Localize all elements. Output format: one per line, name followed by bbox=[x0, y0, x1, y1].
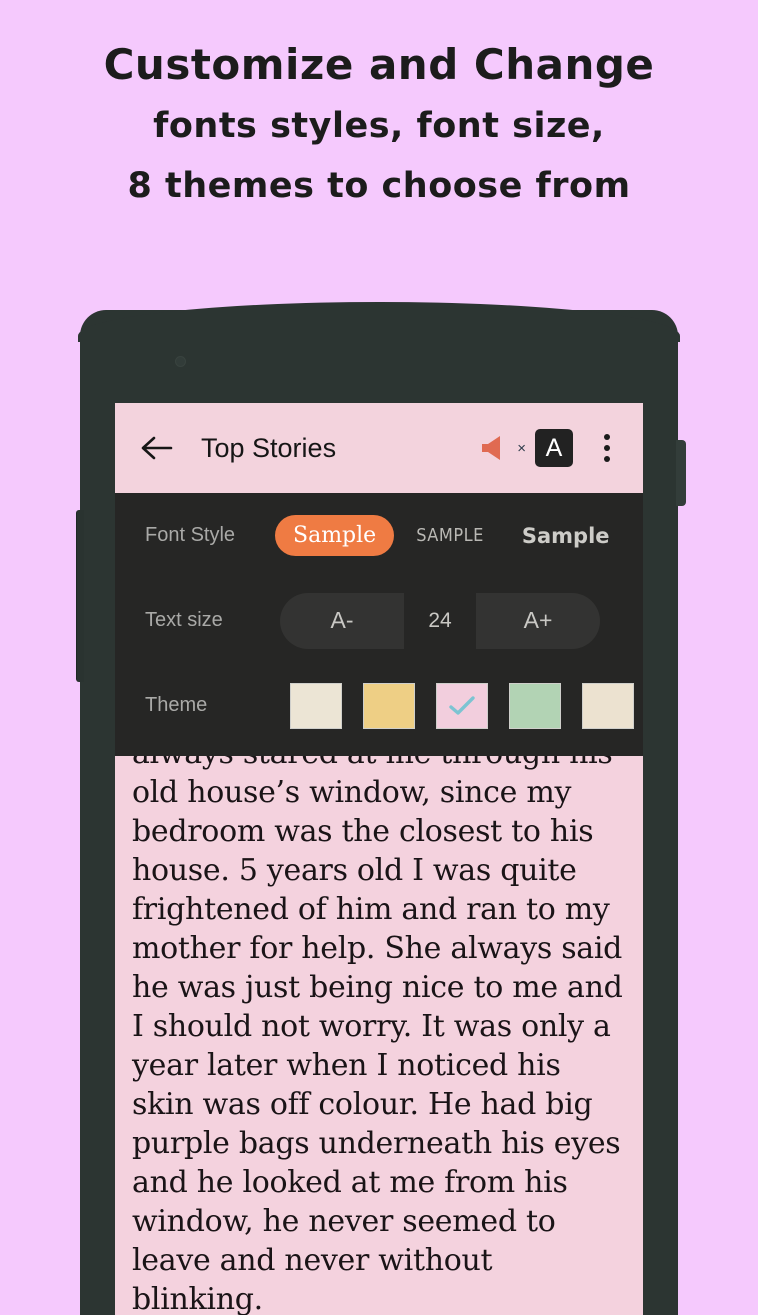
text-size-value: 24 bbox=[428, 608, 452, 632]
phone-screen: Top Stories × A Font Style Sample SAMPLE… bbox=[115, 403, 643, 1315]
article-body-text: always stared at me through his old hous… bbox=[132, 756, 623, 1315]
device-power-button[interactable] bbox=[676, 440, 686, 506]
app-bar: Top Stories × A bbox=[115, 403, 643, 493]
font-style-label: Font Style bbox=[145, 524, 236, 546]
dots-vertical-icon[interactable] bbox=[587, 427, 627, 469]
font-style-option-bold-sans[interactable]: Sample bbox=[504, 516, 628, 556]
speaker-mute-icon[interactable]: × bbox=[479, 428, 526, 468]
font-style-option-serif[interactable]: Sample bbox=[275, 515, 395, 556]
check-icon bbox=[449, 695, 475, 715]
font-style-row: Font Style Sample SAMPLE Sample Sample bbox=[115, 493, 643, 578]
theme-row: Theme bbox=[115, 663, 643, 748]
decrease-text-size-button[interactable]: A- bbox=[280, 592, 404, 649]
dot bbox=[604, 445, 610, 451]
font-style-options: Sample SAMPLE Sample Sample bbox=[275, 515, 643, 556]
theme-swatch-pink-selected[interactable] bbox=[436, 682, 488, 729]
increase-text-size-button[interactable]: A+ bbox=[476, 592, 600, 649]
device-volume-button[interactable] bbox=[76, 510, 84, 682]
article-content[interactable]: always stared at me through his old hous… bbox=[115, 756, 643, 1315]
promo-headline-line-1: Customize and Change bbox=[103, 40, 655, 89]
font-settings-button[interactable]: A bbox=[535, 429, 573, 467]
dot bbox=[604, 434, 610, 440]
proximity-sensor-icon bbox=[175, 356, 186, 367]
phone-device-frame: Top Stories × A Font Style Sample SAMPLE… bbox=[76, 302, 686, 1315]
text-size-row: Text size A- 24 A+ bbox=[115, 578, 643, 663]
theme-swatch-gold[interactable] bbox=[363, 682, 415, 729]
theme-swatch-beige[interactable] bbox=[582, 682, 634, 729]
theme-label: Theme bbox=[145, 694, 208, 716]
font-style-option-condensed-caps[interactable]: SAMPLE bbox=[398, 517, 502, 554]
theme-swatch-cream[interactable] bbox=[290, 682, 342, 729]
text-size-label: Text size bbox=[145, 609, 223, 631]
promo-headline-line-2: fonts styles, font size, bbox=[153, 106, 605, 146]
reader-settings-panel: Font Style Sample SAMPLE Sample Sample T… bbox=[115, 493, 643, 756]
theme-swatch-list bbox=[290, 682, 634, 729]
theme-swatch-green[interactable] bbox=[509, 682, 561, 729]
font-style-option-light-sans[interactable]: Sample bbox=[630, 516, 643, 556]
dot bbox=[604, 456, 610, 462]
text-size-stepper: A- 24 A+ bbox=[280, 592, 600, 649]
phone-top-bezel bbox=[78, 302, 680, 342]
page-title: Top Stories bbox=[201, 432, 337, 463]
promo-headline-line-3: 8 themes to choose from bbox=[127, 166, 631, 206]
mute-marker: × bbox=[517, 440, 526, 457]
promo-headline: Customize and Change fonts styles, font … bbox=[0, 34, 758, 216]
arrow-left-icon[interactable] bbox=[137, 428, 177, 468]
